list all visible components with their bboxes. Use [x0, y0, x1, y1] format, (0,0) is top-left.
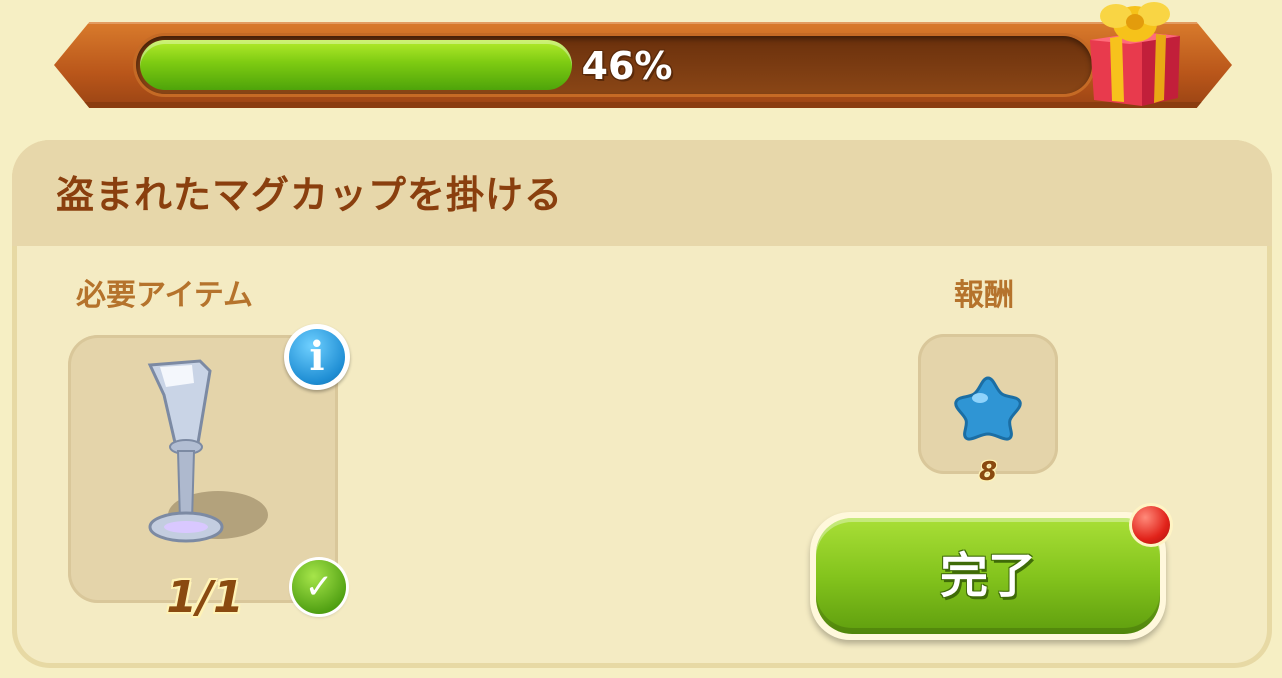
- blue-star-icon: [954, 376, 1022, 441]
- complete-button-face: 完了: [816, 518, 1160, 634]
- notification-dot-icon: [1132, 506, 1170, 544]
- gift-box-icon[interactable]: [1080, 0, 1190, 112]
- complete-button[interactable]: 完了: [810, 512, 1166, 640]
- required-items-label: 必要アイテム: [76, 278, 253, 313]
- task-title: 盗まれたマグカップを掛ける: [56, 173, 564, 217]
- item-count: 1/1: [166, 572, 244, 623]
- reward-slot[interactable]: [918, 334, 1058, 474]
- progress-bar-fill: [140, 40, 572, 90]
- info-icon: i: [289, 329, 345, 385]
- progress-percent: 46%: [581, 44, 673, 88]
- complete-button-label: 完了: [939, 548, 1036, 604]
- info-button[interactable]: i: [284, 324, 350, 390]
- reward-label: 報酬: [954, 278, 1014, 313]
- checkmark-icon: ✓: [292, 560, 346, 614]
- reward-amount: 8: [978, 457, 998, 487]
